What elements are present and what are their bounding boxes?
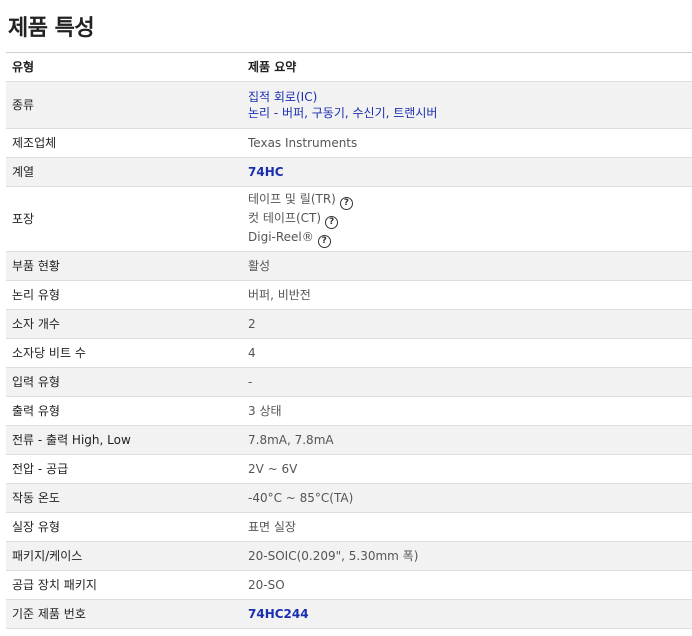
product-attributes-table: 유형 제품 요약 종류 집적 회로(IC) 논리 - 버퍼, 구동기, 수신기,… — [6, 52, 692, 629]
row-label: 출력 유형 — [6, 396, 242, 426]
table-row: 소자당 비트 수 4 — [6, 338, 692, 368]
row-label: 부품 현황 — [6, 251, 242, 281]
table-row: 포장 테이프 및 릴(TR)? 컷 테이프(CT)? Digi-Reel®? — [6, 186, 692, 252]
row-label: 소자당 비트 수 — [6, 338, 242, 368]
table-header-row: 유형 제품 요약 — [6, 52, 692, 82]
question-circle-icon[interactable]: ? — [317, 234, 331, 248]
num-elements-value: 2 — [242, 309, 692, 339]
output-type-value: 3 상태 — [242, 396, 692, 426]
current-output-value: 7.8mA, 7.8mA — [242, 425, 692, 455]
table-row: 부품 현황 활성 — [6, 251, 692, 281]
page-title: 제품 특성 — [8, 16, 95, 41]
row-label: 논리 유형 — [6, 280, 242, 310]
logic-type-value: 버퍼, 비반전 — [242, 280, 692, 310]
question-circle-icon[interactable]: ? — [325, 215, 339, 229]
table-row: 기준 제품 번호 74HC244 — [6, 599, 692, 629]
row-label: 입력 유형 — [6, 367, 242, 397]
voltage-supply-value: 2V ~ 6V — [242, 454, 692, 484]
table-row: 종류 집적 회로(IC) 논리 - 버퍼, 구동기, 수신기, 트랜시버 — [6, 81, 692, 129]
table-row: 입력 유형 - — [6, 367, 692, 397]
table-row: 패키지/케이스 20-SOIC(0.209", 5.30mm 폭) — [6, 541, 692, 571]
row-label: 전류 - 출력 High, Low — [6, 425, 242, 455]
row-label: 포장 — [6, 186, 242, 252]
header-summary: 제품 요약 — [242, 52, 692, 82]
part-status-value: 활성 — [242, 251, 692, 281]
question-circle-icon[interactable]: ? — [339, 196, 353, 210]
packaging-option-digireel: Digi-Reel® — [248, 229, 314, 244]
bits-per-element-value: 4 — [242, 338, 692, 368]
table-row: 공급 장치 패키지 20-SO — [6, 570, 692, 600]
row-label: 전압 - 공급 — [6, 454, 242, 484]
table-row: 논리 유형 버퍼, 비반전 — [6, 280, 692, 310]
supplier-package-value: 20-SO — [242, 570, 692, 600]
operating-temp-value: -40°C ~ 85°C(TA) — [242, 483, 692, 513]
input-type-value: - — [242, 367, 692, 397]
packaging-option-tr: 테이프 및 릴(TR) — [248, 191, 336, 206]
row-label: 제조업체 — [6, 128, 242, 158]
row-label: 기준 제품 번호 — [6, 599, 242, 629]
category-link-ic[interactable]: 집적 회로(IC) — [248, 89, 686, 105]
row-label: 계열 — [6, 157, 242, 187]
row-label: 실장 유형 — [6, 512, 242, 542]
table-row: 실장 유형 표면 실장 — [6, 512, 692, 542]
manufacturer-value: Texas Instruments — [242, 128, 692, 158]
table-row: 전압 - 공급 2V ~ 6V — [6, 454, 692, 484]
row-label: 소자 개수 — [6, 309, 242, 339]
row-label: 공급 장치 패키지 — [6, 570, 242, 600]
table-row: 계열 74HC — [6, 157, 692, 187]
row-label: 작동 온도 — [6, 483, 242, 513]
table-row: 작동 온도 -40°C ~ 85°C(TA) — [6, 483, 692, 513]
mounting-type-value: 표면 실장 — [242, 512, 692, 542]
base-part-link[interactable]: 74HC244 — [248, 606, 686, 622]
row-label: 종류 — [6, 81, 242, 129]
package-case-value: 20-SOIC(0.209", 5.30mm 폭) — [242, 541, 692, 571]
table-row: 전류 - 출력 High, Low 7.8mA, 7.8mA — [6, 425, 692, 455]
series-link[interactable]: 74HC — [248, 164, 686, 180]
header-type: 유형 — [6, 52, 242, 82]
table-row: 출력 유형 3 상태 — [6, 396, 692, 426]
packaging-option-ct: 컷 테이프(CT) — [248, 210, 322, 225]
table-row: 제조업체 Texas Instruments — [6, 128, 692, 158]
table-row: 소자 개수 2 — [6, 309, 692, 339]
category-link-logic[interactable]: 논리 - 버퍼, 구동기, 수신기, 트랜시버 — [248, 105, 686, 121]
row-label: 패키지/케이스 — [6, 541, 242, 571]
